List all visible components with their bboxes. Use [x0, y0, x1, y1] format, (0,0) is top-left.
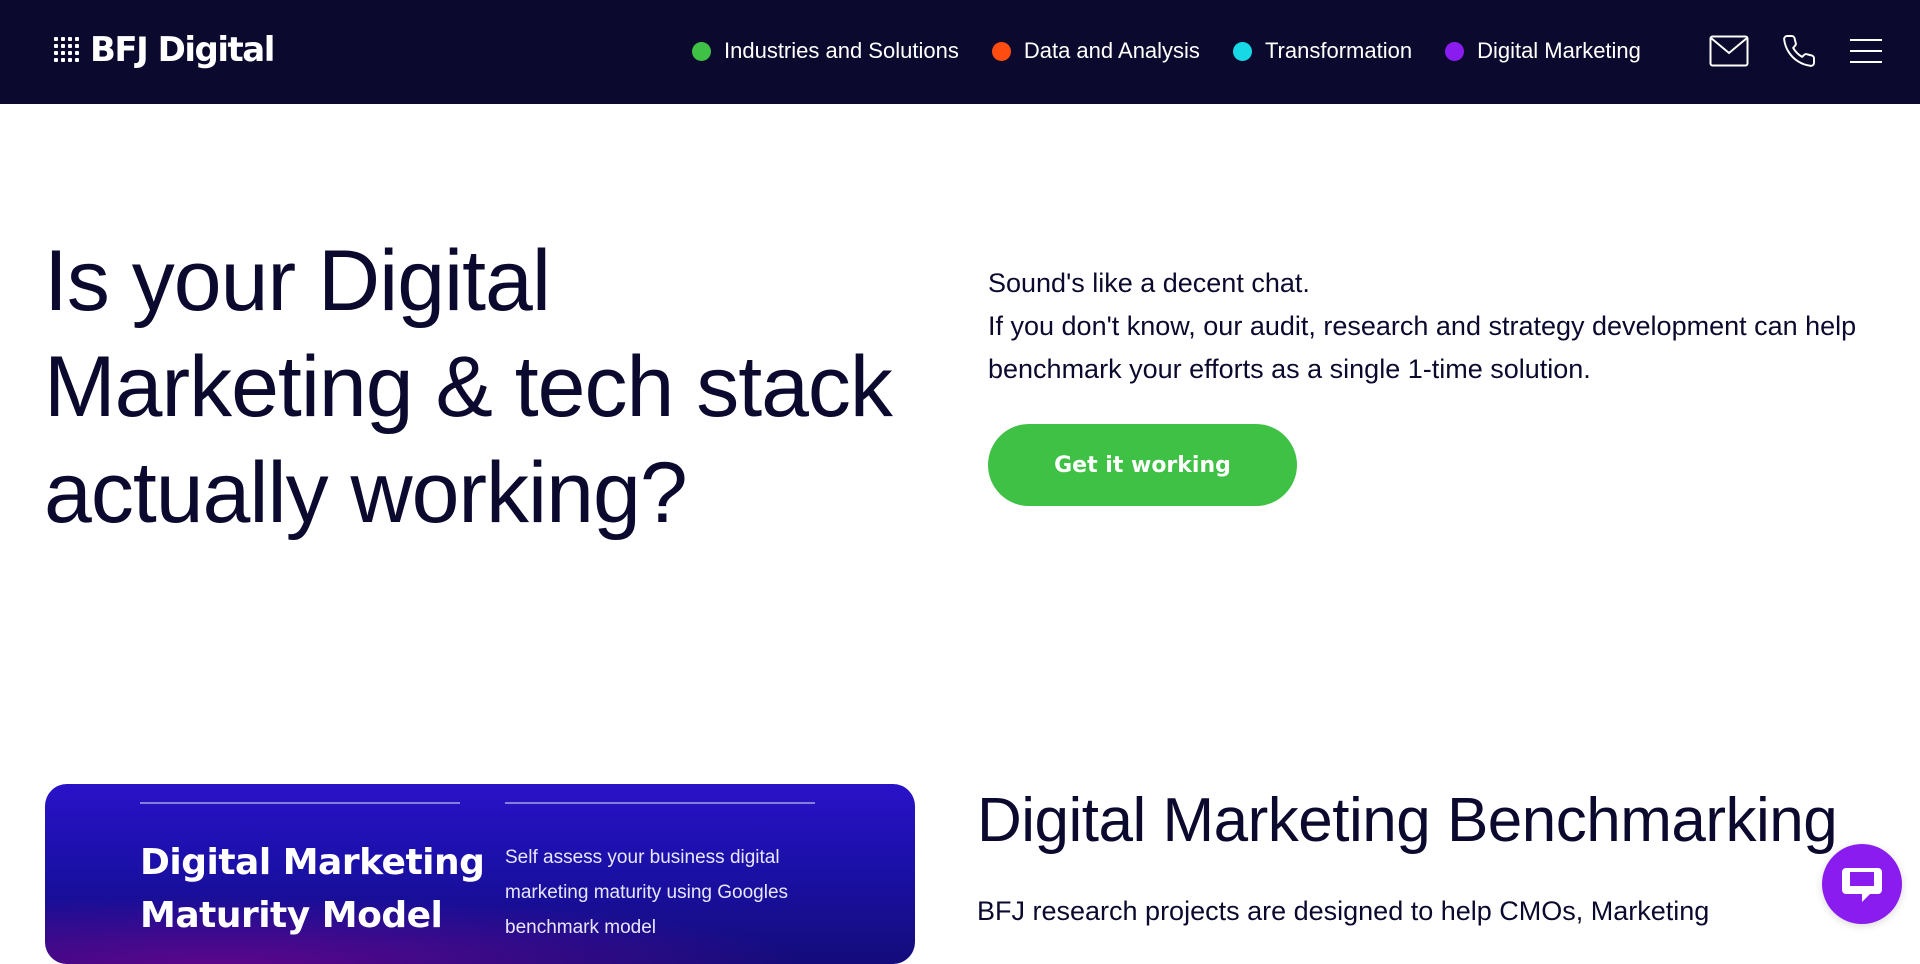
site-header: BFJ Digital Industries and Solutions Dat… — [0, 0, 1920, 104]
logo-grid-icon — [54, 37, 80, 63]
mail-button[interactable] — [1708, 30, 1750, 72]
card-title: Digital Marketing Maturity Model — [140, 842, 485, 936]
chat-icon — [1842, 868, 1882, 902]
maturity-model-card[interactable]: Digital Marketing Maturity Model Self as… — [45, 784, 915, 964]
nav-item-label: Industries and Solutions — [724, 38, 959, 63]
logo-text: BFJ Digital — [90, 30, 275, 70]
hero-copy: Sound's like a decent chat. If you don't… — [988, 262, 1888, 391]
menu-icon — [1850, 39, 1882, 63]
card-divider — [505, 802, 815, 804]
phone-button[interactable] — [1778, 30, 1820, 72]
nav-item-label: Data and Analysis — [1023, 38, 1200, 63]
section-title: Digital Marketing Benchmarking — [977, 786, 1838, 855]
nav-item-industries[interactable]: Industries and Solutions — [692, 38, 959, 64]
card-description: Self assess your business digital market… — [505, 847, 789, 938]
hero-title: Is your Digital Marketing & tech stack a… — [44, 233, 893, 541]
chat-button[interactable] — [1822, 844, 1902, 924]
nav-item-digital-marketing[interactable]: Digital Marketing — [1445, 38, 1641, 64]
phone-icon — [1783, 35, 1815, 67]
dot-icon — [991, 41, 1011, 61]
main-nav: Industries and Solutions Data and Analys… — [692, 32, 1674, 70]
logo[interactable]: BFJ Digital — [54, 28, 275, 72]
menu-button[interactable] — [1845, 30, 1887, 72]
dot-icon — [1445, 41, 1465, 61]
mail-icon — [1709, 35, 1749, 67]
nav-item-transformation[interactable]: Transformation — [1232, 38, 1413, 64]
card-divider — [140, 802, 460, 804]
dot-icon — [1232, 41, 1252, 61]
hero-body: If you don't know, our audit, research a… — [988, 311, 1857, 384]
hero-intro: Sound's like a decent chat. — [988, 268, 1310, 298]
nav-item-label: Digital Marketing — [1477, 38, 1641, 63]
nav-item-label: Transformation — [1264, 38, 1413, 63]
section-text: BFJ research projects are designed to he… — [977, 896, 1710, 926]
get-it-working-button[interactable]: Get it working — [988, 424, 1297, 506]
nav-item-data-analysis[interactable]: Data and Analysis — [991, 38, 1200, 64]
dot-icon — [692, 41, 711, 61]
